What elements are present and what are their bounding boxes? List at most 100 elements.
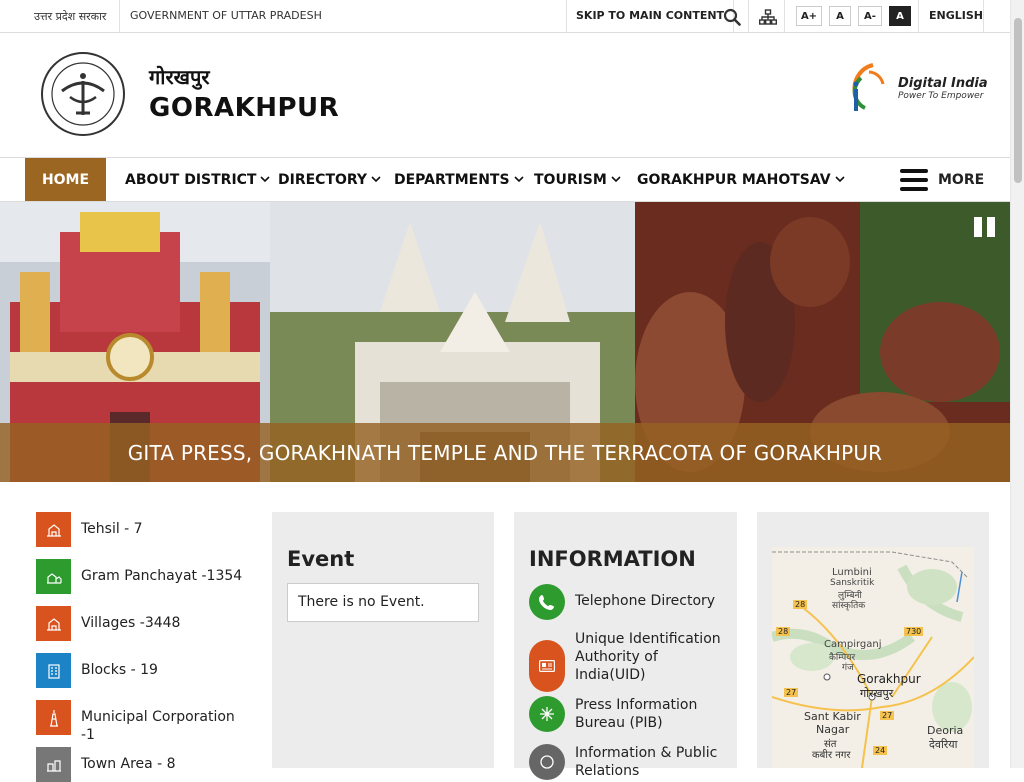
stat-municipal-corporation[interactable]: Municipal Corporation -1 [36,700,251,744]
building-icon [36,512,71,547]
event-title: Event [287,547,355,571]
map-label: Sanskritik [830,578,875,588]
tower-icon [36,700,71,735]
site-title-hindi[interactable]: गोरखपुर [149,63,210,90]
gov-name-hindi-link[interactable]: उत्तर प्रदेश सरकार [34,9,106,24]
site-title-english[interactable]: GORAKHPUR [149,93,339,123]
blocks-icon [36,653,71,688]
road-shield: 730 [904,627,924,636]
stat-label: Municipal Corporation -1 [81,709,235,743]
map-label: Deoria [927,724,964,737]
info-label: Information & Public Relations [575,745,718,779]
info-icon [529,744,565,780]
search-button[interactable] [715,0,749,33]
chevron-down-icon [835,176,845,183]
map-label: Sant Kabir [804,710,861,723]
stat-gram-panchayat[interactable]: Gram Panchayat -1354 [36,559,251,594]
nav-more-button[interactable]: MORE [900,167,984,193]
map-label: Campirganj [824,639,882,650]
road-shield: 27 [784,688,799,697]
information-title: INFORMATION [529,547,696,571]
village-icon [36,559,71,594]
chevron-down-icon [513,176,524,183]
info-label: Unique Identification Authority of India… [575,631,721,683]
info-public-relations[interactable]: Information & Public Relations [529,744,725,780]
font-decrease-button[interactable]: A- [858,6,882,26]
event-panel: Event There is no Event. [272,512,494,768]
map-label: गोरखपुर [860,687,894,700]
road-shield: 24 [873,746,888,755]
map-label: Lumbini [832,567,872,578]
map-panel: Lumbini Sanskritik लुम्बिनी सांस्कृतिक C… [757,512,989,768]
nav-label: GORAKHPUR MAHOTSAV [637,171,831,188]
nav-tourism[interactable]: TOURISM [534,158,621,201]
site-header: गोरखपुर GORAKHPUR Digital India Power To… [0,33,1010,157]
house-icon [36,606,71,641]
info-uidai[interactable]: Unique Identification Authority of India… [529,630,725,692]
stat-tehsil[interactable]: Tehsil - 7 [36,512,251,547]
search-icon [723,8,741,26]
phone-icon [529,584,565,620]
nav-label: ABOUT DISTRICT [125,171,257,188]
road-shield: 27 [880,711,895,720]
up-government-emblem-logo[interactable] [40,51,126,137]
banner-caption: GITA PRESS, GORAKHNATH TEMPLE AND THE TE… [0,423,1010,482]
info-label: Telephone Directory [575,593,716,609]
district-map[interactable]: Lumbini Sanskritik लुम्बिनी सांस्कृतिक C… [772,547,974,768]
nav-departments[interactable]: DEPARTMENTS [394,158,524,201]
chevron-down-icon [260,176,271,183]
nav-gorakhpur-mahotsav[interactable]: GORAKHPUR MAHOTSAV [637,158,845,201]
chevron-down-icon [611,176,621,183]
info-label: Press Information Bureau (PIB) [575,697,698,731]
skip-to-main-content-link[interactable]: SKIP TO MAIN CONTENT [566,0,735,33]
nav-label: TOURISM [534,171,607,188]
map-label: Gorakhpur [857,672,921,686]
hero-banner-slider[interactable]: GITA PRESS, GORAKHNATH TEMPLE AND THE TE… [0,202,1010,482]
hamburger-icon [900,169,928,191]
chevron-down-icon [371,176,381,183]
font-normal-button[interactable]: A [829,6,851,26]
map-label: देवरिया [929,738,958,751]
stat-label: Blocks - 19 [81,662,158,678]
stat-label: Gram Panchayat -1354 [81,568,243,584]
nav-about-district[interactable]: ABOUT DISTRICT [125,158,271,201]
stat-villages[interactable]: Villages -3448 [36,606,251,641]
road-shield: 28 [793,600,808,609]
scrollbar-thumb[interactable] [1014,18,1022,183]
nav-home[interactable]: HOME [25,158,106,201]
nav-more-label: MORE [938,172,985,188]
language-select[interactable]: ENGLISH [918,0,984,33]
info-telephone-directory[interactable]: Telephone Directory [529,584,725,620]
digital-india-title: Digital India [898,76,988,91]
map-label: कबीर नगर [812,750,851,761]
stat-label: Town Area - 8 [81,756,176,772]
sitemap-button[interactable] [751,0,785,33]
nav-directory[interactable]: DIRECTORY [278,158,381,201]
event-empty-message: There is no Event. [287,583,479,622]
nav-label: DIRECTORY [278,171,368,188]
high-contrast-button[interactable]: A [889,6,911,26]
map-label: Nagar [816,723,850,736]
digital-india-tagline: Power To Empower [898,91,984,101]
sitemap-icon [758,8,777,25]
road-shield: 28 [776,627,791,636]
pause-icon[interactable] [974,217,996,237]
page-scrollbar[interactable] [1010,0,1024,768]
information-panel: INFORMATION Telephone Directory Unique I… [514,512,737,780]
id-card-icon [529,640,565,692]
stat-blocks[interactable]: Blocks - 19 [36,653,251,688]
gov-name-english-link[interactable]: GOVERNMENT OF UTTAR PRADESH [130,9,322,22]
town-icon [36,747,71,782]
main-navigation: HOME ABOUT DISTRICT DIRECTORY DEPARTMENT… [0,157,1010,202]
map-label: गंज [842,663,854,673]
info-pib[interactable]: Press Information Bureau (PIB) [529,696,725,732]
stat-label: Tehsil - 7 [81,521,143,537]
map-label: सांस्कृतिक [832,601,866,611]
font-increase-button[interactable]: A+ [796,6,822,26]
snowflake-icon [529,696,565,732]
top-utility-bar: उत्तर प्रदेश सरकार GOVERNMENT OF UTTAR P… [0,0,1010,33]
stat-town-area[interactable]: Town Area - 8 [36,747,251,782]
nav-label: DEPARTMENTS [394,171,510,188]
divider [119,0,120,33]
stat-label: Villages -3448 [81,615,181,631]
